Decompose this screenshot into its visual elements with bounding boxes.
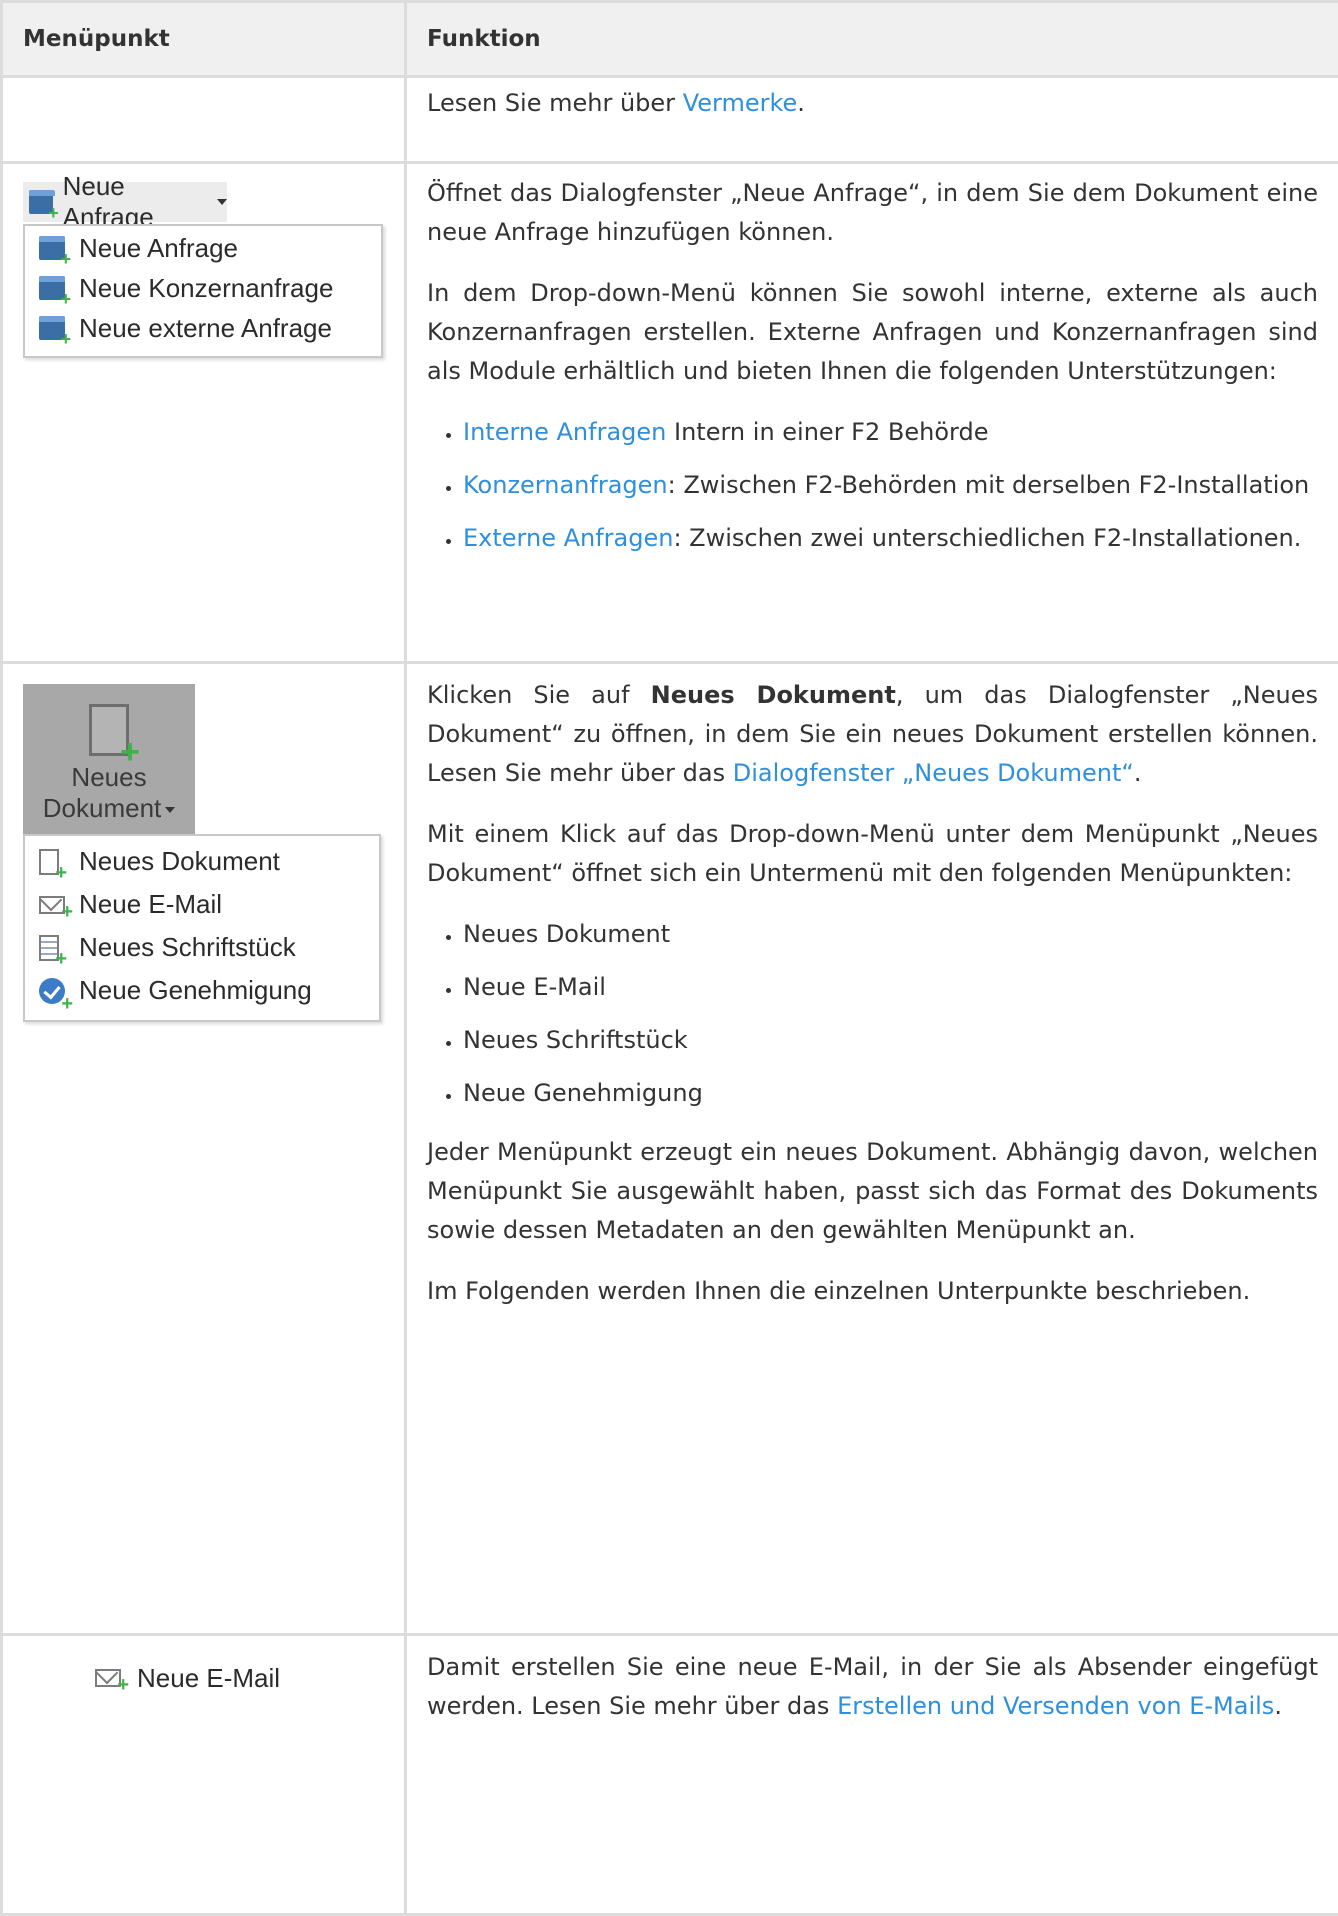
neues-dokument-screenshot: + Neues Dokument Neues Dokument Neue E-M… (23, 684, 393, 1054)
function-cell: Öffnet das Dialogfenster „Neue Anfrage“,… (406, 163, 1338, 663)
menu-item-label: Neue externe Anfrage (79, 313, 332, 344)
table-row: Lesen Sie mehr über Vermerke. (2, 77, 1338, 163)
list-item: Neue E-Mail (463, 968, 1318, 1007)
menu-cell-neues-dokument: + Neues Dokument Neues Dokument Neue E-M… (2, 663, 406, 1635)
menu-item-neues-dokument[interactable]: Neues Dokument (25, 840, 379, 883)
new-approval-icon (39, 978, 65, 1004)
vermerke-paragraph: Lesen Sie mehr über Vermerke. (427, 84, 1318, 123)
menu-item-label: Neue Anfrage (79, 233, 238, 264)
link-konzernanfragen[interactable]: Konzernanfragen (463, 471, 668, 499)
menu-item-neues-schriftstueck[interactable]: Neues Schriftstück (25, 926, 379, 969)
list-item: Neues Schriftstück (463, 1021, 1318, 1060)
table-row: Neue E-Mail Damit erstellen Sie eine neu… (2, 1635, 1338, 1915)
new-letter-icon (39, 935, 59, 961)
text: . (1134, 759, 1142, 787)
menu-item-neue-genehmigung[interactable]: Neue Genehmigung (25, 969, 379, 1012)
request-icon (39, 276, 65, 300)
new-mail-icon (39, 896, 65, 914)
table-row: + Neues Dokument Neues Dokument Neue E-M… (2, 663, 1338, 1635)
menu-item-neue-konzernanfrage[interactable]: Neue Konzernanfrage (25, 268, 381, 308)
menu-cell-empty (2, 77, 406, 163)
function-cell: Damit erstellen Sie eine neue E-Mail, in… (406, 1635, 1338, 1915)
menu-item-label: Neue Konzernanfrage (79, 273, 333, 304)
bold-term: Neues Dokument (651, 681, 896, 709)
request-icon (39, 236, 65, 260)
list-item: Externe Anfragen: Zwischen zwei untersch… (463, 519, 1318, 558)
neue-anfrage-screenshot: Neue Anfrage Neue Anfrage Neue Konzernan… (23, 182, 393, 364)
header-menu: Menüpunkt (2, 2, 406, 77)
neues-dokument-button[interactable]: + Neues Dokument (23, 684, 195, 834)
menu-cell-neue-anfrage: Neue Anfrage Neue Anfrage Neue Konzernan… (2, 163, 406, 663)
paragraph: Klicken Sie auf Neues Dokument, um das D… (427, 676, 1318, 793)
function-cell: Lesen Sie mehr über Vermerke. (406, 77, 1338, 163)
list-item: Interne Anfragen Intern in einer F2 Behö… (463, 413, 1318, 452)
menu-item-neue-anfrage[interactable]: Neue Anfrage (25, 228, 381, 268)
menu-item-neue-externe-anfrage[interactable]: Neue externe Anfrage (25, 308, 381, 348)
text: Intern in einer F2 Behörde (666, 418, 988, 446)
new-mail-icon (95, 1669, 121, 1687)
button-label-line2: Dokument (23, 793, 195, 824)
menu-item-label: Neues Schriftstück (79, 932, 296, 963)
submenu-list: Neues Dokument Neue E-Mail Neues Schrift… (427, 915, 1318, 1113)
link-vermerke[interactable]: Vermerke (683, 89, 798, 117)
link-dialogfenster-neues-dokument[interactable]: Dialogfenster „Neues Dokument“ (733, 759, 1134, 787)
request-icon (39, 316, 65, 340)
chevron-down-icon (165, 807, 175, 813)
menu-item-neue-email[interactable]: Neue E-Mail (25, 883, 379, 926)
menu-item-label: Neue E-Mail (79, 889, 222, 920)
request-types-list: Interne Anfragen Intern in einer F2 Behö… (427, 413, 1318, 558)
text: Klicken Sie auf (427, 681, 651, 709)
new-document-icon: + (89, 704, 129, 756)
neue-email-button[interactable]: Neue E-Mail (85, 1656, 335, 1700)
list-item: Konzernanfragen: Zwischen F2-Behörden mi… (463, 466, 1318, 505)
neues-dokument-dropdown: Neues Dokument Neue E-Mail Neues Schrift… (23, 834, 381, 1022)
function-cell: Klicken Sie auf Neues Dokument, um das D… (406, 663, 1338, 1635)
chevron-down-icon (217, 199, 227, 205)
request-icon (29, 190, 53, 214)
new-document-icon (39, 849, 59, 875)
neue-anfrage-button[interactable]: Neue Anfrage (23, 182, 227, 222)
text: : Zwischen F2-Behörden mit derselben F2-… (668, 471, 1310, 499)
neue-anfrage-dropdown: Neue Anfrage Neue Konzernanfrage Neue ex… (23, 224, 383, 358)
menu-item-label: Neue Genehmigung (79, 975, 312, 1006)
paragraph: Öffnet das Dialogfenster „Neue Anfrage“,… (427, 174, 1318, 252)
paragraph: Mit einem Klick auf das Drop-down-Menü u… (427, 815, 1318, 893)
text: . (797, 89, 805, 117)
button-label: Neue E-Mail (137, 1663, 280, 1694)
menu-cell-neue-email: Neue E-Mail (2, 1635, 406, 1915)
text: . (1274, 1692, 1282, 1720)
paragraph: Jeder Menüpunkt erzeugt ein neues Dokume… (427, 1133, 1318, 1250)
link-interne-anfragen[interactable]: Interne Anfragen (463, 418, 666, 446)
menu-item-label: Neues Dokument (79, 846, 280, 877)
table-header-row: Menüpunkt Funktion (2, 2, 1338, 77)
list-item: Neues Dokument (463, 915, 1318, 954)
button-label-line1: Neues (23, 762, 195, 793)
text: : Zwischen zwei unterschiedlichen F2-Ins… (673, 524, 1301, 552)
list-item: Neue Genehmigung (463, 1074, 1318, 1113)
header-function: Funktion (406, 2, 1338, 77)
paragraph: Damit erstellen Sie eine neue E-Mail, in… (427, 1648, 1318, 1726)
paragraph: Im Folgenden werden Ihnen die einzelnen … (427, 1272, 1318, 1311)
paragraph: In dem Drop-down-Menü können Sie sowohl … (427, 274, 1318, 391)
text: Lesen Sie mehr über (427, 89, 683, 117)
link-erstellen-versenden-emails[interactable]: Erstellen und Versenden von E-Mails (837, 1692, 1274, 1720)
link-externe-anfragen[interactable]: Externe Anfragen (463, 524, 673, 552)
table-row: Neue Anfrage Neue Anfrage Neue Konzernan… (2, 163, 1338, 663)
menu-function-table: Menüpunkt Funktion Lesen Sie mehr über V… (0, 0, 1338, 1916)
